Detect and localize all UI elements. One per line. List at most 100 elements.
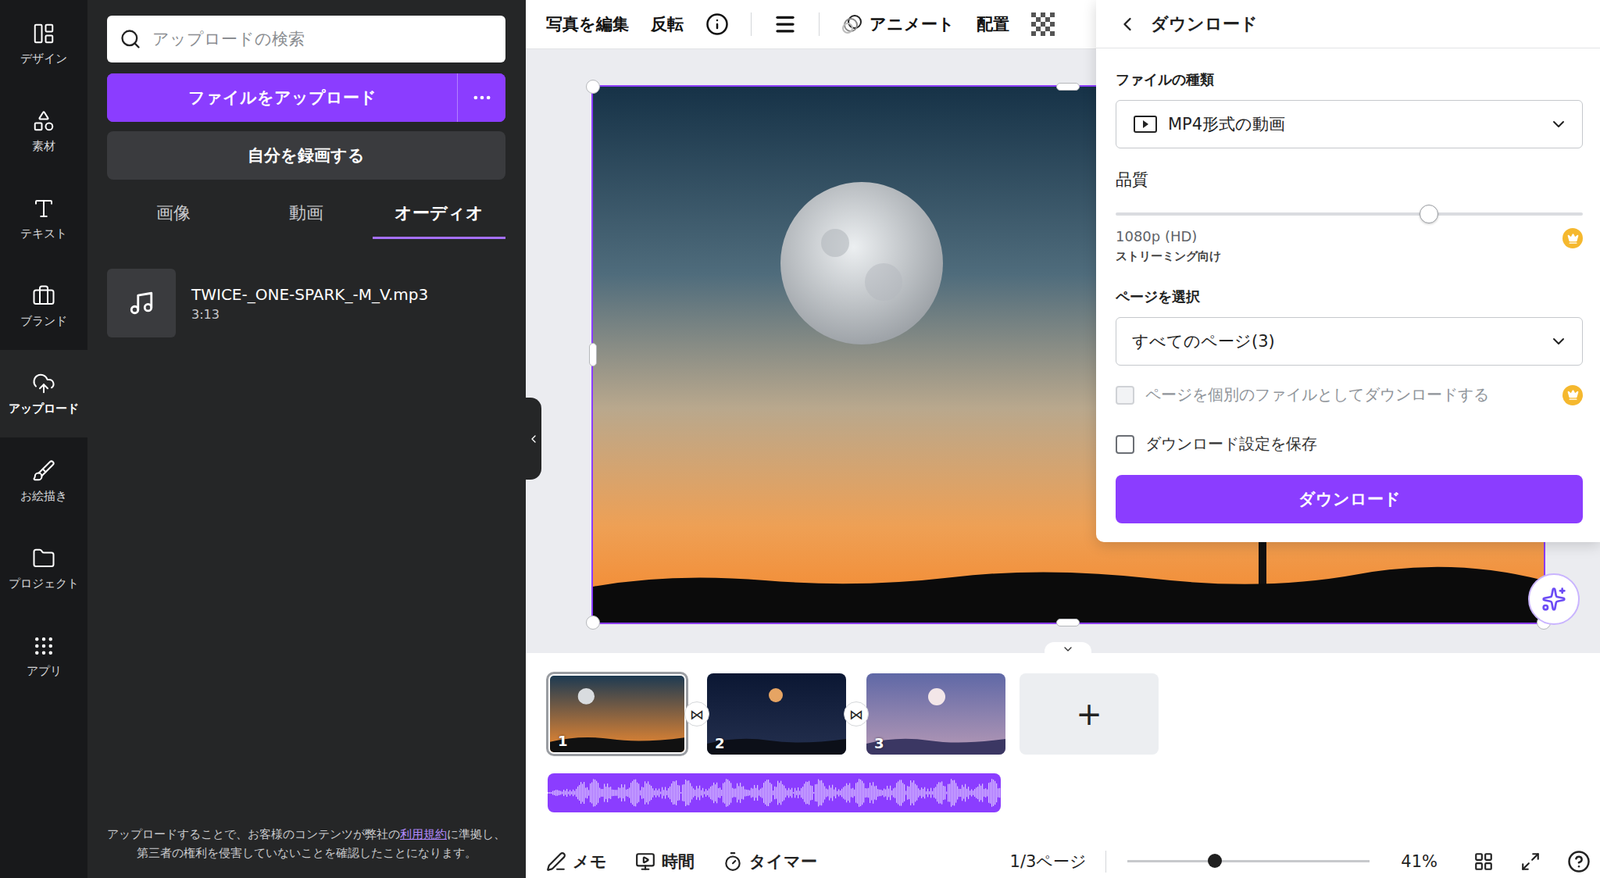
audio-name: TWICE-_ONE-SPARK_-M_V.mp3 [191,285,429,304]
animate-icon[interactable] [841,13,864,36]
quality-label: 品質 [1115,168,1583,191]
page-thumbnail[interactable]: 2 [707,673,847,755]
notes-icon[interactable] [546,851,567,872]
dropdown-icon[interactable] [1549,332,1568,351]
grid-icon[interactable] [1473,851,1494,872]
rail-item-icon[interactable] [32,546,56,571]
rail-item-label[interactable]: プロジェクト [8,576,79,592]
rail-item-icon[interactable] [32,634,56,658]
audio-track[interactable] [547,773,1001,813]
record-button[interactable]: 自分を録画する [107,131,506,180]
toolbar-button[interactable]: 写真を編集 [546,13,629,36]
media-tab[interactable]: 動画 [239,189,373,240]
rail-item[interactable]: デザイン [0,0,88,88]
timer-button[interactable]: タイマー [722,850,818,873]
zoom-slider-knob[interactable] [1207,853,1222,868]
magic-button[interactable] [1528,573,1580,625]
file-type-value[interactable]: MP4形式の動画 [1167,113,1539,136]
page-thumbnail[interactable]: 3 [866,673,1006,755]
rail-item-icon[interactable] [32,284,56,308]
rail-item[interactable]: 素材 [0,87,88,175]
border-style-button[interactable] [773,12,797,36]
rail-item-icon[interactable] [32,371,56,396]
duration-button[interactable]: 時間 [635,850,695,873]
rail-item[interactable]: アプリ [0,612,88,700]
media-tab[interactable]: 画像 [107,189,240,240]
uploads-panel: ファイルをアップロード自分を録画する画像動画オーディオ TWICE-_ONE-SP… [87,0,526,878]
audio-item[interactable]: TWICE-_ONE-SPARK_-M_V.mp33:13 [107,268,506,338]
chevron-down-icon[interactable] [1061,642,1075,656]
fullscreen-icon[interactable] [1520,851,1541,872]
zoom-slider[interactable] [1127,860,1370,863]
terms-link[interactable]: 利用規約 [400,827,447,842]
notes-button[interactable]: メモ [546,850,608,873]
grid-view-button[interactable] [1473,851,1494,872]
resize-handle[interactable] [1056,618,1080,627]
search-input[interactable] [150,28,493,50]
toolbar-button[interactable]: 反転 [650,13,684,36]
rail-item-icon[interactable] [32,459,56,483]
download-option[interactable]: ダウンロード設定を保存 [1115,433,1583,455]
back-icon[interactable] [1116,13,1139,36]
rail-item-icon[interactable] [32,196,56,221]
quality-slider[interactable] [1115,212,1583,216]
page-thumbnail[interactable]: 1 [547,673,687,755]
rail-item-label[interactable]: アップロード [8,401,79,417]
transition-button[interactable]: ⋈ [684,701,710,727]
help-icon[interactable] [1567,850,1591,874]
page-number: 1 [557,732,568,750]
upload-button[interactable]: ファイルをアップロード [107,73,458,122]
resize-handle[interactable] [585,79,600,94]
pages-value[interactable]: すべてのページ(3) [1132,330,1539,353]
duration-icon[interactable] [635,851,656,872]
file-type-select[interactable]: MP4形式の動画 [1115,100,1583,149]
fullscreen-button[interactable] [1520,851,1541,872]
rail-item-label[interactable]: テキスト [20,226,68,242]
rail-item-label[interactable]: 素材 [32,139,56,154]
info-icon[interactable] [705,12,729,36]
collapse-panel-button[interactable] [525,397,542,480]
timer-icon[interactable] [722,851,743,872]
media-tabs: 画像動画オーディオ [107,189,506,240]
add-page-button[interactable]: + [1019,673,1159,755]
resize-handle[interactable] [589,342,597,367]
page-thumbnail-image [707,673,847,755]
rail-item[interactable]: テキスト [0,175,88,263]
transparency-button[interactable] [1031,12,1055,36]
option-checkbox[interactable] [1115,435,1135,454]
rail-item-label[interactable]: デザイン [20,51,68,67]
transparency-icon[interactable] [1031,12,1055,36]
sparkles-icon[interactable] [1541,586,1567,612]
toolbar-button[interactable]: 配置 [976,13,1010,36]
page-thumbnail-image [550,675,685,753]
page-indicator[interactable]: 1/3ページ [1010,850,1108,873]
rail-item[interactable]: プロジェクト [0,525,88,613]
resize-handle[interactable] [585,615,600,630]
animate-button[interactable]: アニメート [841,13,955,36]
rail-item-label[interactable]: お絵描き [20,489,68,504]
dropdown-icon[interactable] [1549,114,1568,134]
waveform-icon [547,773,1001,813]
quality-slider-knob[interactable] [1419,204,1439,224]
chevron-left-icon[interactable] [527,432,540,446]
zoom-value[interactable]: 41% [1400,852,1438,872]
rail-item[interactable]: お絵描き [0,437,88,525]
resize-handle[interactable] [1056,82,1080,91]
upload-more-button[interactable] [457,73,506,122]
media-tab[interactable]: オーディオ [372,189,506,240]
rail-item-label[interactable]: アプリ [26,664,62,679]
rail-item-label[interactable]: ブランド [20,314,68,329]
lines-icon[interactable] [773,12,797,36]
rail-item[interactable]: アップロード [0,350,88,438]
search-box[interactable] [107,15,506,63]
help-button[interactable] [1567,850,1591,874]
rail-item-icon[interactable] [32,109,56,133]
transition-button[interactable]: ⋈ [843,701,869,727]
download-button[interactable]: ダウンロード [1115,475,1583,524]
hide-pages-button[interactable] [1044,642,1092,657]
rail-item[interactable]: ブランド [0,262,88,350]
more-icon[interactable] [471,86,493,109]
pages-select[interactable]: すべてのページ(3) [1115,317,1583,366]
rail-item-icon[interactable] [32,21,56,46]
info-button[interactable] [705,12,729,36]
